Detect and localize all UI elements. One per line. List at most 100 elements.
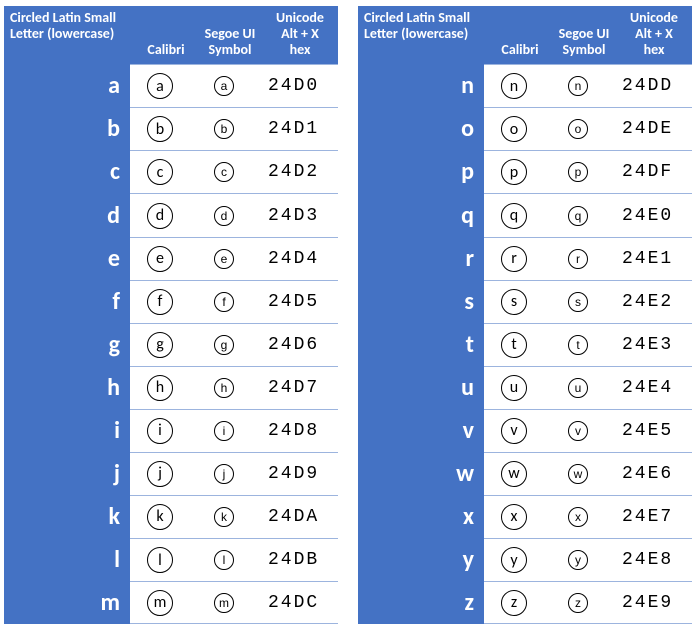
row-data: v v 24E5	[484, 409, 692, 452]
table-row: lll24DB	[4, 538, 338, 581]
row-data: i i 24D8	[130, 409, 338, 452]
circled-letter-icon: h	[147, 375, 173, 401]
column-headers: Circled Latin Small Letter (lowercase) C…	[358, 6, 692, 64]
calibri-glyph: t	[484, 332, 544, 358]
circled-letter-icon: o	[501, 116, 527, 142]
circled-letter-icon: f	[147, 289, 173, 315]
calibri-glyph: f	[130, 289, 190, 315]
calibri-glyph: i	[130, 418, 190, 444]
table-row: sss24E2	[358, 280, 692, 323]
rows-left: aaa24D0bbb24D1ccc24D2ddd24D3eee24D4fff24…	[4, 64, 338, 624]
row-data: ff24D5	[130, 280, 338, 323]
hex-code: 24D3	[258, 206, 338, 226]
segoe-glyph: r	[544, 249, 612, 269]
calibri-glyph: h	[130, 375, 190, 401]
segoe-glyph: i	[190, 421, 258, 441]
row-letter: q	[358, 193, 484, 236]
table-row: fff24D5	[4, 280, 338, 323]
hex-code: 24E9	[612, 593, 692, 613]
circled-letter-icon: v	[501, 418, 527, 444]
table-row: ggg24D6	[4, 323, 338, 366]
rows-right: nnn24DDooo24DEppp24DFqqq24E0rrr24E1sss24…	[358, 64, 692, 624]
calibri-glyph: p	[484, 159, 544, 185]
table-row: www24E6	[358, 452, 692, 495]
row-data: qq24E0	[484, 193, 692, 236]
circled-letter-icon: i	[214, 421, 234, 441]
row-data: cc24D2	[130, 150, 338, 193]
hex-code: 24DE	[612, 119, 692, 139]
circled-letter-icon: f	[214, 292, 234, 312]
calibri-glyph: n	[484, 73, 544, 99]
circled-letter-icon: k	[214, 507, 234, 527]
row-data: nn24DD	[484, 64, 692, 107]
calibri-glyph: z	[484, 590, 544, 616]
circled-letter-icon: n	[568, 76, 588, 96]
segoe-glyph: a	[190, 76, 258, 96]
row-letter: k	[4, 495, 130, 538]
table-row: ddd24D3	[4, 193, 338, 236]
circled-letter-icon: o	[568, 119, 588, 139]
right-panel: Circled Latin Small Letter (lowercase) C…	[358, 6, 692, 624]
segoe-glyph: d	[190, 206, 258, 226]
row-letter: g	[4, 323, 130, 366]
segoe-glyph: y	[544, 550, 612, 570]
circled-letter-icon: x	[568, 507, 588, 527]
row-letter: p	[358, 150, 484, 193]
hex-code: 24D8	[258, 421, 338, 441]
circled-letter-icon: a	[147, 73, 173, 99]
circled-letter-icon: g	[214, 335, 234, 355]
hex-code: 24D7	[258, 378, 338, 398]
circled-letter-icon: z	[568, 593, 588, 613]
calibri-glyph: c	[130, 159, 190, 185]
hex-code: 24DA	[258, 507, 338, 527]
circled-letter-icon: x	[501, 504, 527, 530]
row-letter: t	[358, 323, 484, 366]
segoe-glyph: o	[544, 119, 612, 139]
segoe-glyph: s	[544, 292, 612, 312]
segoe-glyph: w	[544, 464, 612, 484]
table-row: ttt24E3	[358, 323, 692, 366]
calibri-glyph: b	[130, 116, 190, 142]
circled-letter-icon: i	[147, 418, 173, 444]
hex-code: 24E7	[612, 507, 692, 527]
row-letter: l	[4, 538, 130, 581]
circled-letter-icon: l	[214, 550, 234, 570]
header-calibri: Calibri	[136, 10, 196, 58]
segoe-glyph: p	[544, 162, 612, 182]
row-data: ss24E2	[484, 280, 692, 323]
row-letter: z	[358, 581, 484, 624]
circled-letter-icon: k	[147, 504, 173, 530]
circled-letter-icon: g	[147, 332, 173, 358]
table-row: ccc24D2	[4, 150, 338, 193]
hex-code: 24E5	[612, 421, 692, 441]
row-letter: e	[4, 237, 130, 280]
row-letter: m	[4, 581, 130, 624]
circled-letter-icon: c	[147, 159, 173, 185]
hex-code: 24D1	[258, 119, 338, 139]
row-letter: r	[358, 237, 484, 280]
row-letter: x	[358, 495, 484, 538]
table-row: aaa24D0	[4, 64, 338, 107]
calibri-glyph: v	[484, 418, 544, 444]
circled-letter-icon: z	[501, 590, 527, 616]
row-data: ww24E6	[484, 452, 692, 495]
table-row: zzz24E9	[358, 581, 692, 624]
row-data: yy24E8	[484, 538, 692, 581]
segoe-glyph: f	[190, 292, 258, 312]
table-row: hhh24D7	[4, 366, 338, 409]
circled-letter-icon: l	[147, 547, 173, 573]
table-row: xxx24E7	[358, 495, 692, 538]
segoe-glyph: n	[544, 76, 612, 96]
row-data: jj24D9	[130, 452, 338, 495]
circled-letter-icon: p	[501, 159, 527, 185]
circled-letter-icon: v	[568, 421, 588, 441]
row-data: uu24E4	[484, 366, 692, 409]
circled-letter-icon: e	[214, 249, 234, 269]
row-data: ll24DB	[130, 538, 338, 581]
row-data: z z 24E9	[484, 581, 692, 624]
header-hex: UnicodeAlt + Xhex	[264, 10, 336, 58]
header-calibri: Calibri	[490, 10, 550, 58]
segoe-glyph: h	[190, 378, 258, 398]
calibri-glyph: l	[130, 547, 190, 573]
table-row: jjj24D9	[4, 452, 338, 495]
